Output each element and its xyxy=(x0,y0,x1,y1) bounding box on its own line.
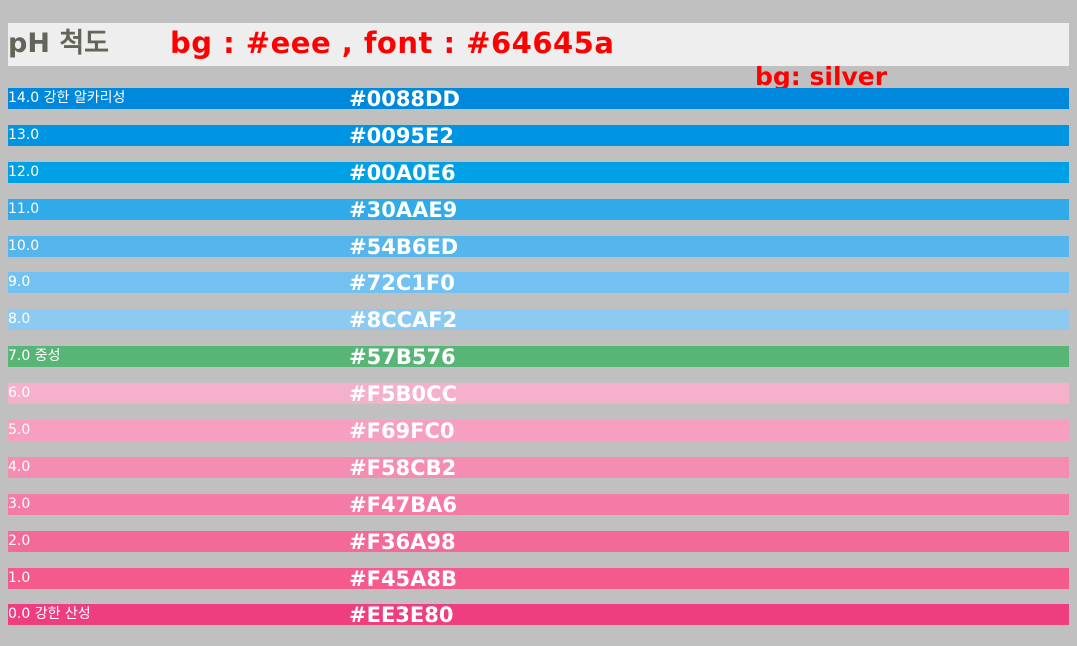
color-hex-code: #F47BA6 xyxy=(349,492,458,517)
page-title: pH 척도 xyxy=(8,28,110,59)
color-hex-code: #0088DD xyxy=(349,87,460,111)
ph-row: 12.0 #00A0E6 xyxy=(8,160,1069,185)
ph-row: 6.0 #F5B0CC xyxy=(8,382,1069,407)
ph-scale: 14.0 강한 알카리성 #0088DD 13.0 #0095E2 12.0 #00A0E… xyxy=(8,87,1069,641)
ph-level-label: 11.0 xyxy=(8,200,40,217)
color-hex-code: #0095E2 xyxy=(349,123,454,148)
ph-level-label: 4.0 xyxy=(8,458,31,475)
color-hex-code: #F36A98 xyxy=(349,529,456,554)
header-style-annotation: bg : #eee , font : #64645a xyxy=(170,26,615,60)
ph-row: 7.0 중성 #57B576 xyxy=(8,345,1069,370)
ph-level-label: 3.0 xyxy=(8,495,31,512)
ph-row: 4.0 #F58CB2 xyxy=(8,455,1069,480)
ph-row: 9.0 #72C1F0 xyxy=(8,271,1069,296)
color-hex-code: #30AAE9 xyxy=(349,197,458,222)
color-hex-code: #8CCAF2 xyxy=(349,308,458,333)
ph-row: 10.0 #54B6ED xyxy=(8,234,1069,259)
ph-level-label: 7.0 중성 xyxy=(8,348,61,365)
ph-row: 14.0 강한 알카리성 #0088DD xyxy=(8,87,1069,111)
ph-row: 8.0 #8CCAF2 xyxy=(8,308,1069,333)
ph-level-label: 14.0 강한 알카리성 xyxy=(8,90,126,106)
ph-level-label: 0.0 강한 산성 xyxy=(8,606,91,623)
ph-row: 3.0 #F47BA6 xyxy=(8,492,1069,517)
ph-row: 2.0 #F36A98 xyxy=(8,529,1069,554)
color-hex-code: #F5B0CC xyxy=(349,382,457,407)
ph-level-label: 1.0 xyxy=(8,569,31,586)
ph-level-label: 5.0 xyxy=(8,422,31,439)
ph-level-label: 12.0 xyxy=(8,163,40,180)
ph-level-label: 2.0 xyxy=(8,532,31,549)
color-hex-code: #72C1F0 xyxy=(349,271,455,296)
color-hex-code: #EE3E80 xyxy=(349,603,454,628)
color-hex-code: #F58CB2 xyxy=(349,455,457,480)
ph-level-label: 8.0 xyxy=(8,311,31,328)
ph-row: 5.0 #F69FC0 xyxy=(8,419,1069,444)
ph-row: 11.0 #30AAE9 xyxy=(8,197,1069,222)
ph-level-label: 6.0 xyxy=(8,385,31,402)
color-hex-code: #F45A8B xyxy=(349,566,458,591)
ph-row: 1.0 #F45A8B xyxy=(8,566,1069,591)
color-hex-code: #00A0E6 xyxy=(349,160,456,185)
ph-row: 13.0 #0095E2 xyxy=(8,123,1069,148)
ph-level-label: 13.0 xyxy=(8,126,40,143)
ph-level-label: 10.0 xyxy=(8,237,40,254)
color-hex-code: #57B576 xyxy=(349,345,456,370)
ph-row: 0.0 강한 산성 #EE3E80 xyxy=(8,603,1069,628)
ph-level-label: 9.0 xyxy=(8,274,31,291)
color-hex-code: #F69FC0 xyxy=(349,419,455,444)
color-hex-code: #54B6ED xyxy=(349,234,459,259)
